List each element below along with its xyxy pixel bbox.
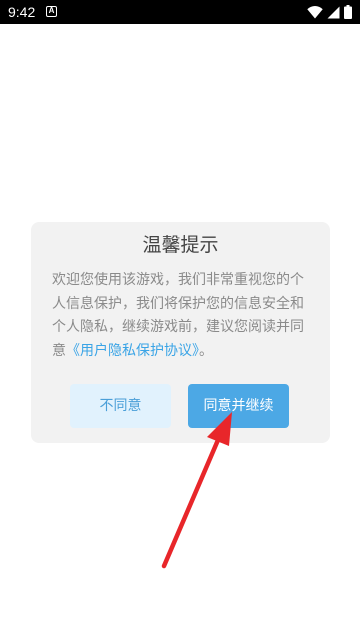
privacy-agreement-link[interactable]: 《用户隐私保护协议》 xyxy=(66,343,199,359)
status-bar: 9:42 A xyxy=(0,0,360,24)
status-time: 9:42 xyxy=(8,4,36,20)
notification-badge-label: A xyxy=(48,6,55,15)
agree-button[interactable]: 同意并继续 xyxy=(188,384,289,428)
signal-icon xyxy=(327,6,340,18)
wifi-icon xyxy=(307,5,323,18)
dialog-body-end: 。 xyxy=(199,342,213,359)
privacy-dialog: 温馨提示 欢迎您使用该游戏，我们非常重视您的个人信息保护，我们将保护您的信息安全… xyxy=(31,222,330,443)
battery-icon xyxy=(344,5,352,19)
status-icons xyxy=(307,5,352,19)
disagree-button[interactable]: 不同意 xyxy=(70,384,171,428)
dialog-body: 欢迎您使用该游戏，我们非常重视您的个人信息保护，我们将保护您的信息安全和个人隐私… xyxy=(52,269,314,363)
dialog-title: 温馨提示 xyxy=(142,234,219,256)
notification-icon: A xyxy=(46,6,57,17)
